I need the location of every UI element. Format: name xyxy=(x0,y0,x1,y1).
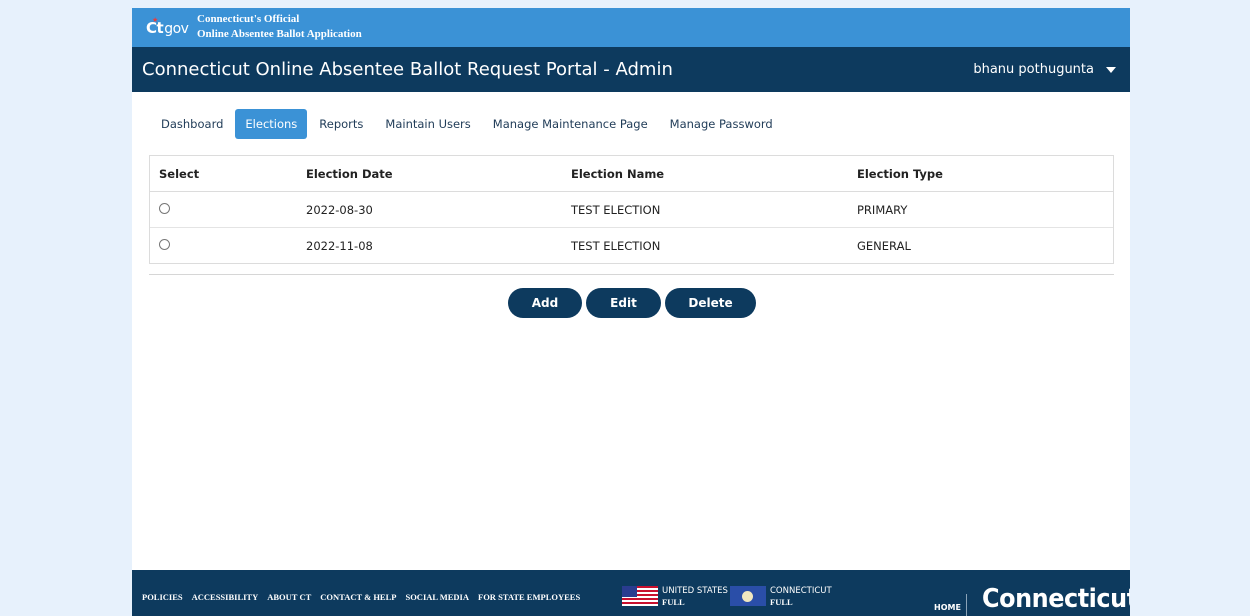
ct-flag-status-text: FULL xyxy=(770,597,793,607)
banner-text: Connecticut's Official Online Absentee B… xyxy=(197,12,362,42)
footer-link-about-ct[interactable]: ABOUT CT xyxy=(267,592,311,602)
table-header-row: Select Election Date Election Name Elect… xyxy=(150,156,1113,192)
chevron-down-icon xyxy=(1106,66,1116,73)
footer: POLICIES ACCESSIBILITY ABOUT CT CONTACT … xyxy=(132,570,1130,616)
footer-link-policies[interactable]: POLICIES xyxy=(142,592,183,602)
banner-line2: Online Absentee Ballot Application xyxy=(197,28,362,40)
column-header-election-date: Election Date xyxy=(297,156,562,192)
footer-link-accessibility[interactable]: ACCESSIBILITY xyxy=(192,592,259,602)
tab-manage-maintenance-page[interactable]: Manage Maintenance Page xyxy=(483,109,658,139)
footer-link-state-employees[interactable]: FOR STATE EMPLOYEES xyxy=(478,592,580,602)
select-cell xyxy=(150,228,297,264)
election-name-cell: TEST ELECTION xyxy=(562,191,848,228)
ct-gov-banner: Ctgov ★ Connecticut's Official Online Ab… xyxy=(132,8,1130,47)
divider xyxy=(149,274,1114,275)
banner-line1: Connecticut's Official xyxy=(197,13,300,25)
elections-table: Select Election Date Election Name Elect… xyxy=(149,155,1114,264)
election-date-cell: 2022-11-08 xyxy=(306,238,373,253)
us-flag-status[interactable]: UNITED STATES FULL xyxy=(622,586,728,608)
tab-elections[interactable]: Elections xyxy=(235,109,308,139)
add-button[interactable]: Add xyxy=(508,288,582,318)
ct-flag-label: CONNECTICUT xyxy=(770,586,832,596)
us-flag-status-text: FULL xyxy=(662,597,685,607)
home-link[interactable]: HOME xyxy=(934,603,961,612)
user-menu[interactable]: bhanu pothugunta xyxy=(973,62,1116,77)
page-container: Ctgov ★ Connecticut's Official Online Ab… xyxy=(132,8,1130,616)
table-row[interactable]: 2022-11-08 TEST ELECTION GENERAL xyxy=(150,228,1113,264)
select-radio[interactable] xyxy=(159,202,170,214)
nav-tabs: Dashboard Elections Reports Maintain Use… xyxy=(151,109,785,139)
select-cell xyxy=(150,191,297,228)
edit-button[interactable]: Edit xyxy=(586,288,661,318)
connecticut-logo[interactable]: Connecticut ★ xyxy=(982,584,1130,614)
us-flag-label: UNITED STATES xyxy=(662,586,728,596)
footer-separator xyxy=(966,594,967,616)
election-date-cell: 2022-08-30 xyxy=(297,191,562,228)
portal-header: Connecticut Online Absentee Ballot Reque… xyxy=(132,47,1130,92)
action-buttons: Add Edit Delete xyxy=(508,288,760,318)
election-name-cell: TEST ELECTION xyxy=(571,238,661,253)
ct-flag-icon xyxy=(730,586,766,606)
user-name: bhanu pothugunta xyxy=(973,62,1094,77)
select-radio[interactable] xyxy=(159,238,170,250)
us-flag-text: UNITED STATES FULL xyxy=(662,586,728,608)
connecticut-wordmark: Connecticut xyxy=(982,584,1130,614)
tab-manage-password[interactable]: Manage Password xyxy=(660,109,783,139)
column-header-election-name: Election Name xyxy=(562,156,848,192)
footer-link-contact-help[interactable]: CONTACT & HELP xyxy=(320,592,396,602)
footer-link-social-media[interactable]: SOCIAL MEDIA xyxy=(405,592,469,602)
tab-reports[interactable]: Reports xyxy=(309,109,373,139)
portal-title: Connecticut Online Absentee Ballot Reque… xyxy=(142,59,673,80)
ct-flag-status[interactable]: CONNECTICUT FULL xyxy=(730,586,832,608)
footer-links: POLICIES ACCESSIBILITY ABOUT CT CONTACT … xyxy=(142,592,589,602)
tab-maintain-users[interactable]: Maintain Users xyxy=(375,109,480,139)
column-header-election-type: Election Type xyxy=(848,156,1113,192)
table-row[interactable]: 2022-08-30 TEST ELECTION PRIMARY xyxy=(150,191,1113,228)
ct-flag-text: CONNECTICUT FULL xyxy=(770,586,832,608)
ct-gov-logo[interactable]: Ctgov ★ xyxy=(146,16,189,37)
star-icon: ★ xyxy=(152,16,158,24)
ct-logo-gov: gov xyxy=(164,21,189,37)
us-flag-icon xyxy=(622,586,658,606)
column-header-select: Select xyxy=(150,156,297,192)
election-type-cell: GENERAL xyxy=(857,238,911,253)
delete-button[interactable]: Delete xyxy=(665,288,756,318)
election-type-cell: PRIMARY xyxy=(848,191,1113,228)
tab-dashboard[interactable]: Dashboard xyxy=(151,109,233,139)
